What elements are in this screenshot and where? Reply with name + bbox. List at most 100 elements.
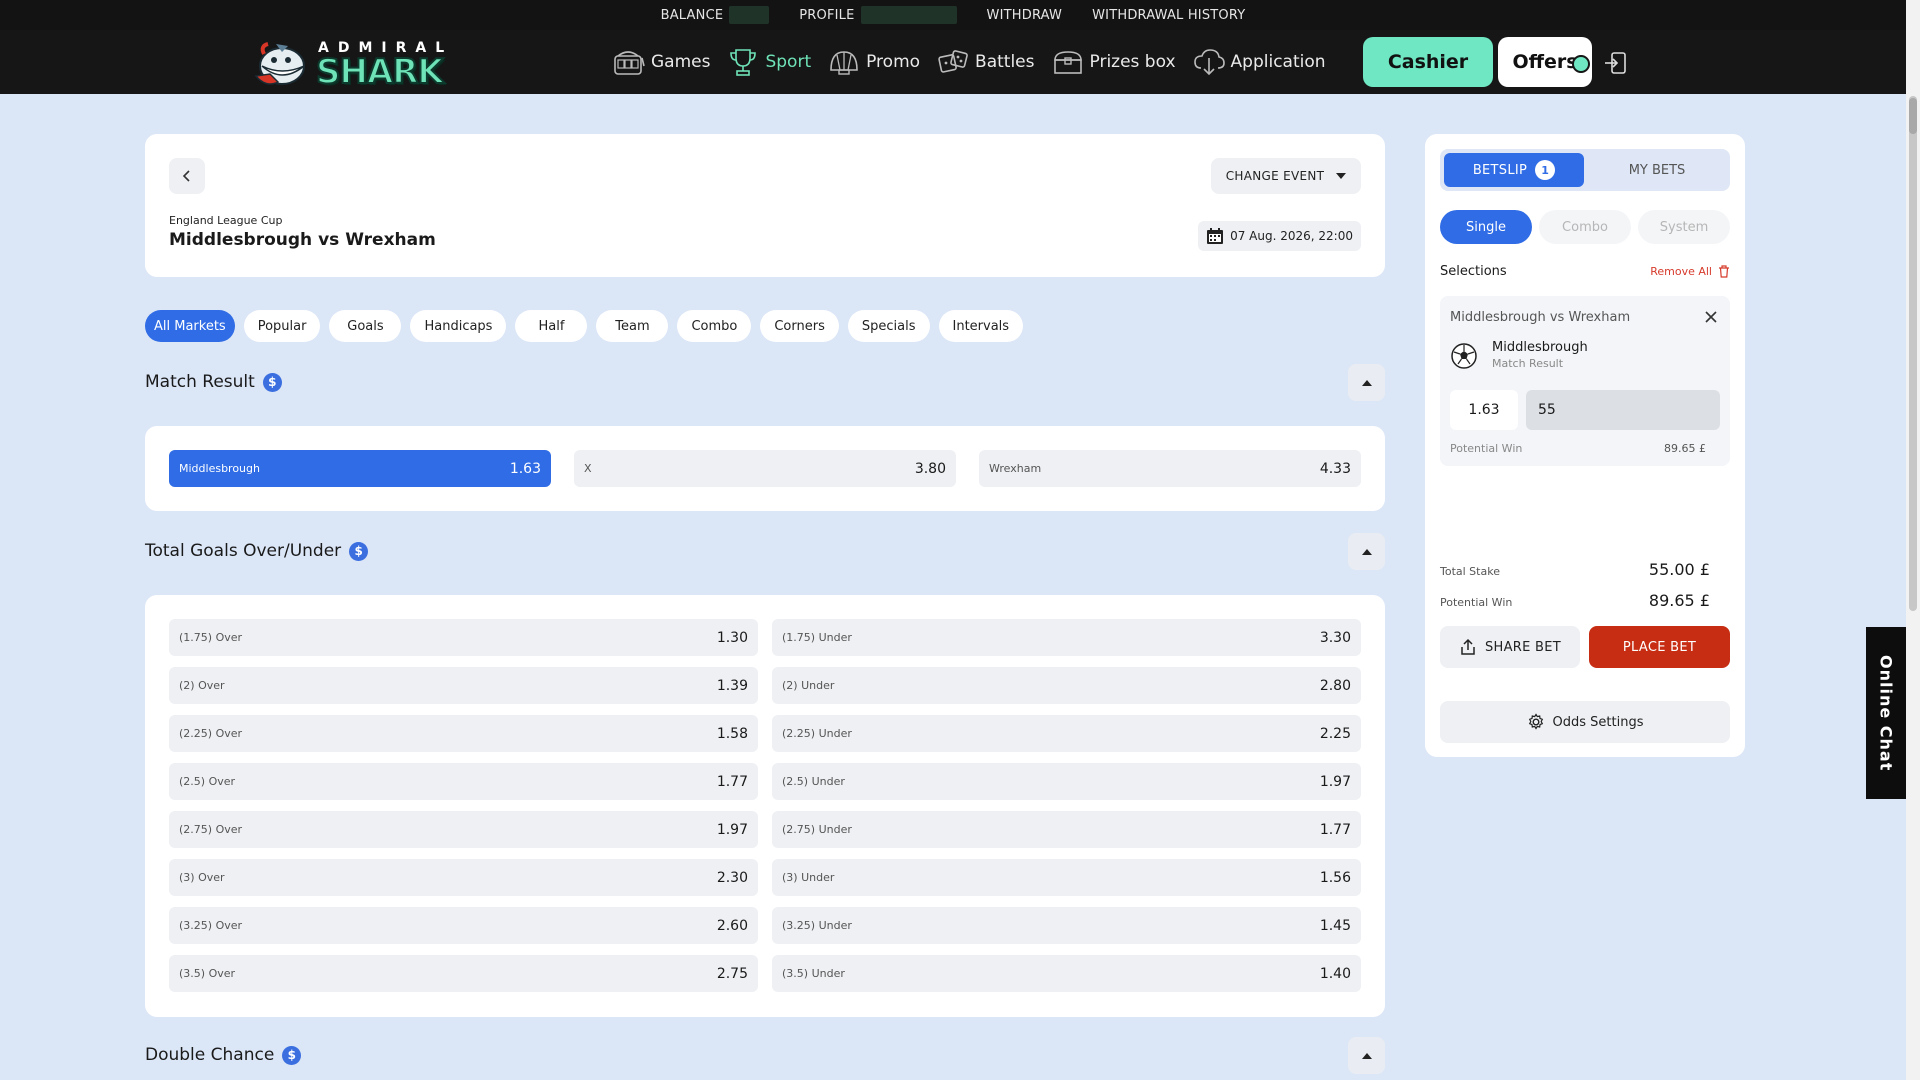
odd-under-2-5[interactable]: (2.5) Under 1.97: [772, 763, 1361, 800]
tab-specials[interactable]: Specials: [847, 310, 930, 342]
nav-prizes-box[interactable]: Prizes box: [1051, 46, 1176, 78]
odd-under-2[interactable]: (2) Under 2.80: [772, 667, 1361, 704]
tab-corners[interactable]: Corners: [760, 310, 839, 342]
logout-icon[interactable]: [1603, 50, 1629, 76]
cashier-button[interactable]: Cashier: [1363, 37, 1493, 87]
treasure-chest-icon: [1053, 51, 1082, 74]
bet-type-combo[interactable]: Combo: [1539, 210, 1631, 244]
selection-odd: 1.63: [1450, 390, 1518, 430]
tab-handicaps[interactable]: Handicaps: [410, 310, 507, 342]
odd-under-3[interactable]: (3) Under 1.56: [772, 859, 1361, 896]
double-chance-header: Double Chance $: [145, 1045, 302, 1065]
share-bet-button[interactable]: SHARE BET: [1440, 626, 1580, 668]
odd-over-2-75[interactable]: (2.75) Over 1.97: [169, 811, 758, 848]
betslip-tabs: BETSLIP 1 MY BETS: [1440, 149, 1730, 191]
nav-sport[interactable]: Sport: [726, 46, 811, 78]
selection-market: Match Result: [1492, 357, 1564, 370]
trash-icon: [1719, 265, 1729, 278]
odd-under-1-75[interactable]: (1.75) Under 3.30: [772, 619, 1361, 656]
market-tabs: All Markets Popular Goals Handicaps Half…: [145, 310, 1032, 342]
tab-goals[interactable]: Goals: [329, 310, 402, 342]
balance-value-masked: [729, 6, 770, 24]
item-potential-win-label: Potential Win: [1450, 442, 1523, 455]
tab-half[interactable]: Half: [515, 310, 588, 342]
main-nav: Games Sport Promo Battles Prizes box App…: [612, 30, 1342, 94]
tab-betslip[interactable]: BETSLIP 1: [1444, 153, 1584, 187]
odd-under-2-75[interactable]: (2.75) Under 1.77: [772, 811, 1361, 848]
shark-mascot-icon: [254, 42, 305, 85]
selection-team: Middlesbrough: [1492, 340, 1588, 355]
withdrawal-history-link[interactable]: WITHDRAWAL HISTORY: [1092, 8, 1245, 23]
odd-home-middlesbrough[interactable]: Middlesbrough 1.63: [169, 450, 551, 487]
match-title: Middlesbrough vs Wrexham: [169, 230, 436, 250]
odds-settings-button[interactable]: Odds Settings: [1440, 701, 1730, 743]
scrollbar-thumb[interactable]: [1909, 98, 1917, 134]
total-stake-value: 55.00 £: [1648, 560, 1710, 579]
odd-over-3[interactable]: (3) Over 2.30: [169, 859, 758, 896]
tab-combo[interactable]: Combo: [677, 310, 752, 342]
selection-event-name: Middlesbrough vs Wrexham: [1450, 310, 1631, 325]
tab-team[interactable]: Team: [596, 310, 669, 342]
slot-machine-icon: [614, 51, 645, 75]
withdraw-link[interactable]: WITHDRAW: [987, 8, 1063, 23]
page-scrollbar[interactable]: [1906, 0, 1920, 1080]
tab-popular[interactable]: Popular: [243, 310, 321, 342]
caret-down-icon: [1336, 173, 1347, 179]
collapse-total-goals-button[interactable]: [1348, 533, 1385, 570]
nav-battles[interactable]: Battles: [936, 46, 1035, 78]
total-goals-panel: (1.75) Over 1.30 (1.75) Under 3.30 (2) Ove…: [145, 595, 1385, 1017]
back-button[interactable]: [169, 158, 205, 194]
top-account-bar: BALANCE PROFILE WITHDRAW WITHDRAWAL HIST…: [0, 0, 1906, 30]
odd-over-2-5[interactable]: (2.5) Over 1.77: [169, 763, 758, 800]
potential-win-value: 89.65 £: [1648, 591, 1710, 610]
total-goals-header: Total Goals Over/Under $: [145, 541, 369, 561]
cloud-download-icon: [1193, 49, 1225, 76]
nav-promo[interactable]: Promo: [827, 46, 920, 78]
betslip-count-badge: 1: [1535, 160, 1556, 180]
odd-away-wrexham[interactable]: Wrexham 4.33: [979, 450, 1361, 487]
potential-win-label: Potential Win: [1440, 596, 1513, 609]
share-icon: [1461, 638, 1475, 655]
odd-under-3-25[interactable]: (3.25) Under 1.45: [772, 907, 1361, 944]
football-icon: [1451, 343, 1477, 369]
bet-type-system[interactable]: System: [1638, 210, 1730, 244]
dice-icon: [938, 50, 968, 73]
shell-icon: [830, 51, 858, 75]
remove-all-button[interactable]: Remove All: [1650, 265, 1730, 278]
odd-over-2[interactable]: (2) Over 1.39: [169, 667, 758, 704]
odd-under-3-5[interactable]: (3.5) Under 1.40: [772, 955, 1361, 992]
scrollbar-track-thumb[interactable]: [1909, 96, 1917, 611]
balance-link[interactable]: BALANCE: [661, 6, 770, 24]
close-icon[interactable]: [1704, 310, 1718, 324]
bet-type-single[interactable]: Single: [1440, 210, 1532, 244]
bet-type-selector: Single Combo System: [1440, 210, 1737, 244]
tab-my-bets[interactable]: MY BETS: [1588, 153, 1726, 187]
betslip-selection-item: Middlesbrough vs Wrexham Middlesbrough M…: [1440, 296, 1730, 466]
tab-intervals[interactable]: Intervals: [938, 310, 1024, 342]
stake-input[interactable]: [1526, 390, 1720, 430]
online-chat-button[interactable]: Online Chat: [1866, 627, 1906, 799]
nav-games[interactable]: Games: [612, 46, 710, 78]
odd-draw[interactable]: X 3.80: [574, 450, 956, 487]
tab-all-markets[interactable]: All Markets: [145, 310, 235, 342]
collapse-match-result-button[interactable]: [1348, 364, 1385, 401]
change-event-dropdown[interactable]: CHANGE EVENT: [1211, 158, 1361, 194]
odd-over-1-75[interactable]: (1.75) Over 1.30: [169, 619, 758, 656]
event-date-badge: 07 Aug. 2026, 22:00: [1198, 221, 1361, 251]
chevron-left-icon: [182, 170, 190, 182]
nav-application[interactable]: Application: [1192, 46, 1326, 78]
event-header-card: CHANGE EVENT England League Cup Middlesb…: [145, 134, 1385, 277]
main-header: ADMIRAL SHARK Games Sport Promo Battles …: [0, 30, 1906, 94]
odd-over-3-25[interactable]: (3.25) Over 2.60: [169, 907, 758, 944]
total-stake-label: Total Stake: [1440, 565, 1500, 578]
odd-over-2-25[interactable]: (2.25) Over 1.58: [169, 715, 758, 752]
odd-under-2-25[interactable]: (2.25) Under 2.25: [772, 715, 1361, 752]
admiral-shark-logo[interactable]: ADMIRAL SHARK: [250, 30, 445, 94]
odd-over-3-5[interactable]: (3.5) Over 2.75: [169, 955, 758, 992]
cashout-dollar-icon: $: [262, 372, 282, 392]
profile-value-masked: [860, 6, 957, 24]
place-bet-button[interactable]: PLACE BET: [1589, 626, 1730, 668]
profile-link[interactable]: PROFILE: [799, 6, 957, 24]
selections-label: Selections: [1440, 264, 1507, 279]
collapse-double-chance-button[interactable]: [1348, 1037, 1385, 1074]
